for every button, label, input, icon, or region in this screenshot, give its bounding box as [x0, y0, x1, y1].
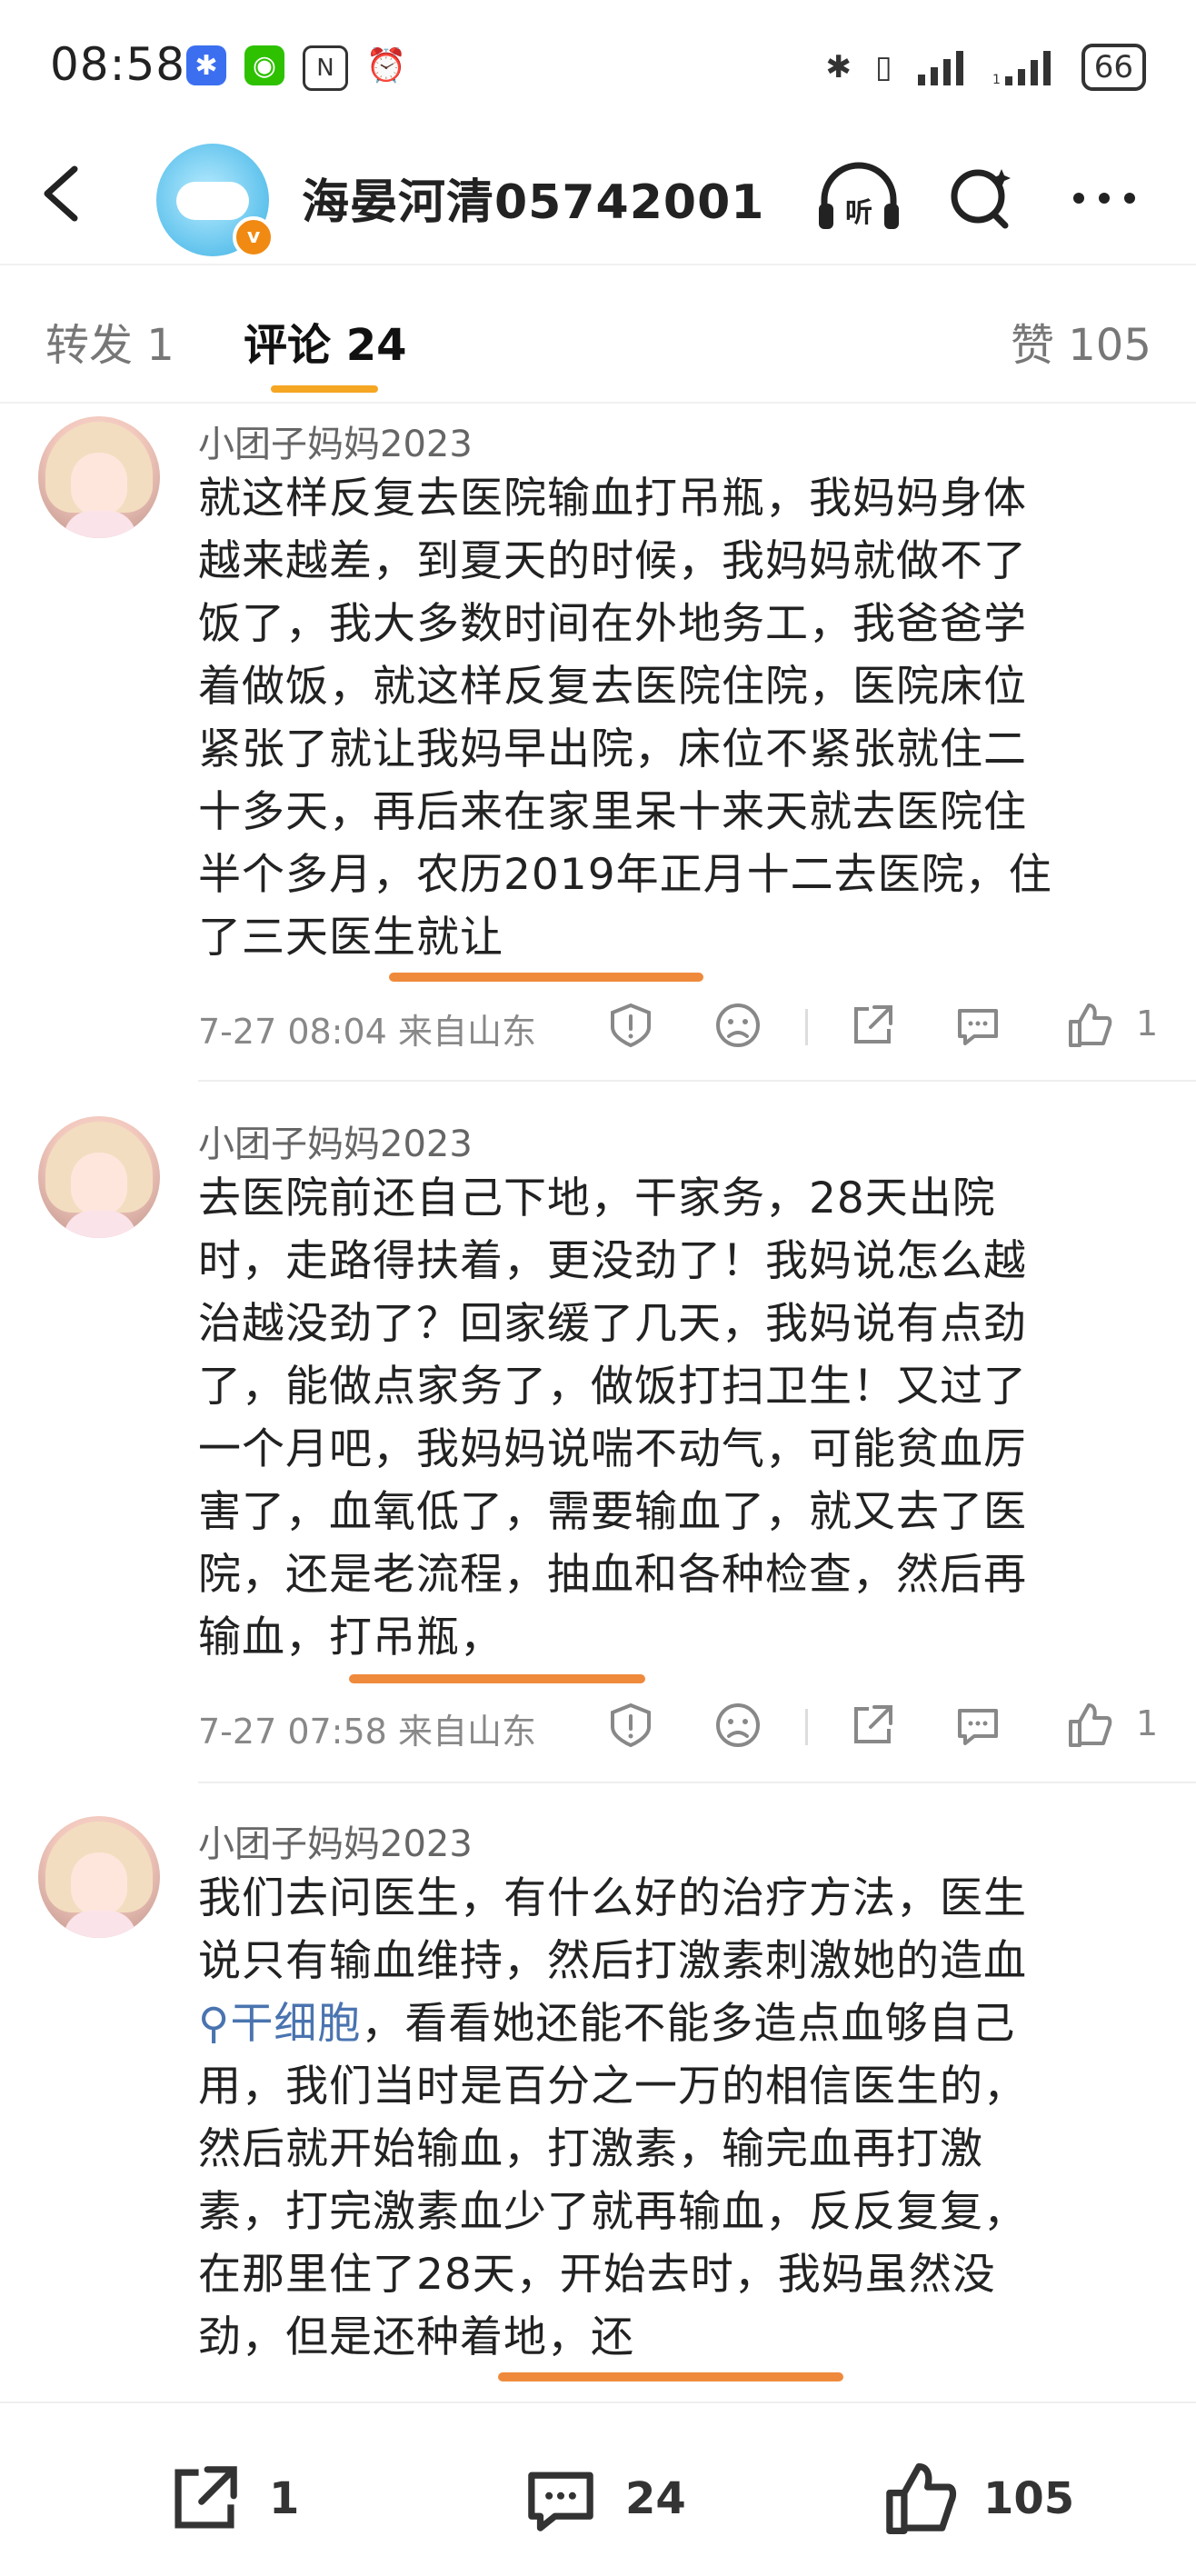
commenter-avatar[interactable]: [38, 416, 160, 538]
like-button[interactable]: 105: [878, 2458, 1074, 2540]
like-icon[interactable]: [1063, 1700, 1114, 1751]
alarm-icon: ⏰: [365, 45, 407, 85]
active-tab-indicator: [271, 385, 378, 393]
comment-line: 紧张了就让我妈早出院，床位不紧张就住二: [198, 724, 1027, 774]
svg-text:1: 1: [992, 73, 1001, 85]
comment-date: 7-27 08:04: [198, 1012, 387, 1052]
meta-divider: [805, 1009, 808, 1045]
comment-line: 害了，血氧低了，需要输血了，就又去了医: [198, 1487, 1027, 1537]
hand-drawn-underline: [498, 2372, 843, 2381]
comment-divider: [198, 1080, 1196, 1082]
like-count: 1: [1136, 1003, 1159, 1043]
nfc-icon: N: [303, 45, 348, 91]
signal-icon: [917, 51, 963, 85]
app-notify-icon: ✱: [186, 45, 226, 85]
comment-line: 了，能做点家务了，做饭打扫卫生！又过了: [198, 1362, 1027, 1412]
hand-drawn-underline: [349, 1674, 645, 1683]
comment-date: 7-27 07:58: [198, 1712, 387, 1752]
comment-count: 24: [625, 2473, 686, 2524]
comment-button[interactable]: 24: [520, 2458, 686, 2540]
comment-item: 小团子妈妈2023 去医院前还自己下地，干家务，28天出院 时，走路得扶着，更没…: [0, 1100, 1196, 1791]
meta-divider: [805, 1709, 808, 1745]
search-link-icon: ⚲: [198, 1999, 231, 2049]
verified-badge: v: [233, 216, 274, 258]
report-icon[interactable]: [605, 1700, 656, 1751]
comment-location: 来自山东: [397, 1712, 536, 1752]
comment-line: 去医院前还自己下地，干家务，28天出院: [198, 1173, 996, 1223]
comment-line: 劲，但是还种着地，还: [198, 2312, 634, 2362]
comment-text: 我们去问医生，有什么好的治疗方法，医生 说只有输血维持，然后打激素刺激她的造血 …: [198, 1867, 1143, 2369]
report-icon[interactable]: [605, 1000, 656, 1051]
forward-button[interactable]: 1: [164, 2458, 299, 2540]
wechat-icon: ◉: [244, 45, 284, 85]
comment-meta: 7-27 07:58 来自山东 1: [198, 1700, 1161, 1754]
reply-icon[interactable]: [952, 1700, 1003, 1751]
bottom-action-bar: 1 24 105: [0, 2401, 1196, 2576]
comment-line: 说只有输血维持，然后打激素刺激她的造血: [198, 1936, 1027, 1986]
comment-line: 用，我们当时是百分之一万的相信医生的，: [198, 2062, 1027, 2112]
commenter-avatar[interactable]: [38, 1116, 160, 1238]
topic-link[interactable]: ⚲干细胞: [198, 1999, 361, 2049]
signal-icon-2: 1: [992, 51, 1051, 85]
top-header: v 海晏河清05742001 听: [0, 136, 1196, 258]
comment-line: 院，还是老流程，抽血和各种检查，然后再: [198, 1550, 1027, 1600]
comment-icon: [528, 2471, 593, 2531]
share-icon[interactable]: [847, 1700, 898, 1751]
comment-meta: 7-27 08:04 来自山东 1: [198, 1000, 1161, 1054]
svg-text:听: 听: [845, 197, 872, 229]
listen-icon[interactable]: 听: [813, 162, 904, 235]
like-icon[interactable]: [1063, 1000, 1114, 1051]
dislike-face-icon[interactable]: [713, 1000, 763, 1051]
comment-line: 饭了，我大多数时间在外地务工，我爸爸学: [198, 599, 1027, 649]
comment-line: 治越没劲了？回家缓了几天，我妈说有点劲: [198, 1299, 1027, 1349]
tab-forward[interactable]: 转发 1: [45, 309, 174, 373]
comment-item: 小团子妈妈2023 就这样反复去医院输血打吊瓶，我妈妈身体 越来越差，到夏天的时…: [0, 400, 1196, 1091]
comment-item: 小团子妈妈2023 我们去问医生，有什么好的治疗方法，医生 说只有输血维持，然后…: [0, 1800, 1196, 2400]
comment-line: 就这样反复去医院输血打吊瓶，我妈妈身体: [198, 474, 1027, 524]
share-icon[interactable]: [847, 1000, 898, 1051]
comment-line: 然后就开始输血，打激素，输完血再打激: [198, 2124, 983, 2174]
comment-line: 着做饭，就这样反复去医院住院，医院床位: [198, 662, 1027, 712]
comment-line: 素，打完激素血少了就再输血，反反复复，: [198, 2187, 1027, 2237]
comment-text: 就这样反复去医院输血打吊瓶，我妈妈身体 越来越差，到夏天的时候，我妈妈就做不了 …: [198, 467, 1143, 969]
tab-comments[interactable]: 评论 24: [244, 309, 407, 373]
comment-line: 一个月吧，我妈妈说喘不动气，可能贫血厉: [198, 1424, 1027, 1474]
comment-line: 时，走路得扶着，更没劲了！我妈说怎么越: [198, 1236, 1027, 1286]
like-count: 105: [983, 2473, 1075, 2524]
reply-icon[interactable]: [952, 1000, 1003, 1051]
dislike-face-icon[interactable]: [713, 1700, 763, 1751]
comment-line: 在那里住了28天，开始去时，我妈虽然没: [198, 2250, 996, 2300]
bluetooth-icon: ✱: [825, 49, 852, 85]
hand-drawn-underline: [389, 973, 703, 982]
commenter-name[interactable]: 小团子妈妈2023: [198, 414, 473, 467]
comment-location: 来自山东: [397, 1012, 536, 1052]
like-icon: [886, 2463, 957, 2534]
more-icon[interactable]: [1068, 162, 1141, 235]
comment-line: ⚲干细胞，看看她还能不能多造点血够自己: [198, 1999, 1016, 2049]
commenter-avatar[interactable]: [38, 1816, 160, 1938]
commenter-name[interactable]: 小团子妈妈2023: [198, 1814, 473, 1867]
comment-divider: [198, 1782, 1196, 1783]
status-time: 08:58: [50, 38, 186, 91]
back-icon[interactable]: [36, 162, 91, 225]
comment-text: 去医院前还自己下地，干家务，28天出院 时，走路得扶着，更没劲了！我妈说怎么越 …: [198, 1167, 1143, 1669]
battery-indicator: 66: [1081, 44, 1146, 91]
search-icon[interactable]: [945, 162, 1018, 235]
like-count: 1: [1136, 1703, 1159, 1743]
tab-likes[interactable]: 赞 105: [1011, 309, 1151, 373]
comment-line: 越来越差，到夏天的时候，我妈妈就做不了: [198, 536, 1027, 586]
tab-bar: 转发 1 评论 24 赞 105: [0, 264, 1196, 404]
comment-line: 十多天，再后来在家里呆十来天就去医院住: [198, 787, 1027, 837]
commenter-name[interactable]: 小团子妈妈2023: [198, 1114, 473, 1167]
forward-count: 1: [269, 2473, 300, 2524]
comment-line: 半个多月，农历2019年正月十二去医院，住: [198, 850, 1052, 900]
comment-line: 我们去问医生，有什么好的治疗方法，医生: [198, 1873, 1027, 1923]
share-icon: [174, 2466, 237, 2529]
comment-line: 了三天医生就让: [198, 913, 503, 963]
status-bar: 08:58 ✱ ◉ N ⏰ ✱ ▯ 1 66: [0, 0, 1196, 136]
author-name[interactable]: 海晏河清05742001: [302, 164, 764, 232]
comment-line: 输血，打吊瓶，: [198, 1612, 503, 1662]
vibrate-icon: ▯: [875, 49, 892, 85]
